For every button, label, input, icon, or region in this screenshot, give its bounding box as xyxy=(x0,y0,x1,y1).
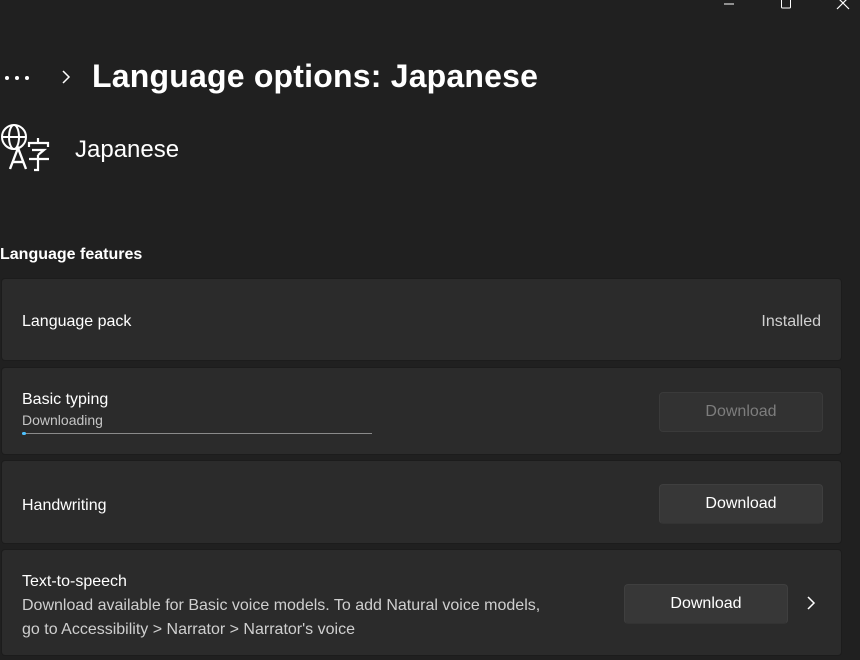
status-text: Installed xyxy=(761,313,821,330)
maximize-button[interactable] xyxy=(772,0,800,12)
minimize-button[interactable] xyxy=(715,0,743,12)
close-button[interactable] xyxy=(829,0,857,12)
feature-label: Text-to-speech xyxy=(22,573,127,590)
chevron-right-icon[interactable] xyxy=(805,595,817,611)
download-status: Downloading xyxy=(22,412,103,428)
feature-label: Basic typing xyxy=(22,391,109,408)
more-icon xyxy=(5,76,29,80)
page-title: Language options: Japanese xyxy=(92,58,539,94)
feature-label: Language pack xyxy=(22,313,132,330)
feature-label: Handwriting xyxy=(22,497,107,514)
progress-bar xyxy=(22,432,372,435)
settings-page: Language options: Japanese Japanese Lang… xyxy=(0,0,860,660)
language-name: Japanese xyxy=(75,136,180,163)
feature-card-basic-typing: Basic typing Downloading Download xyxy=(1,367,842,455)
download-button-handwriting[interactable]: Download xyxy=(659,484,823,524)
section-title: Language features xyxy=(0,246,143,263)
download-button-text-to-speech[interactable]: Download xyxy=(624,584,788,624)
feature-card-text-to-speech: Text-to-speech Download available for Ba… xyxy=(1,549,842,656)
feature-description-line1: Download available for Basic voice model… xyxy=(22,597,541,614)
download-button-basic-typing[interactable]: Download xyxy=(659,392,823,432)
feature-card-handwriting: Handwriting Download xyxy=(1,460,842,544)
close-icon xyxy=(836,0,850,10)
language-icon xyxy=(1,124,50,172)
maximize-icon xyxy=(781,0,791,9)
minimize-icon xyxy=(724,3,734,5)
feature-description-line2: go to Accessibility > Narrator > Narrato… xyxy=(22,621,355,638)
feature-card-language-pack: Language pack Installed xyxy=(1,278,842,361)
breadcrumb: Language options: Japanese xyxy=(0,52,538,104)
progress-fill xyxy=(22,432,26,435)
breadcrumb-overflow-button[interactable] xyxy=(0,63,44,93)
chevron-right-icon xyxy=(62,70,71,84)
